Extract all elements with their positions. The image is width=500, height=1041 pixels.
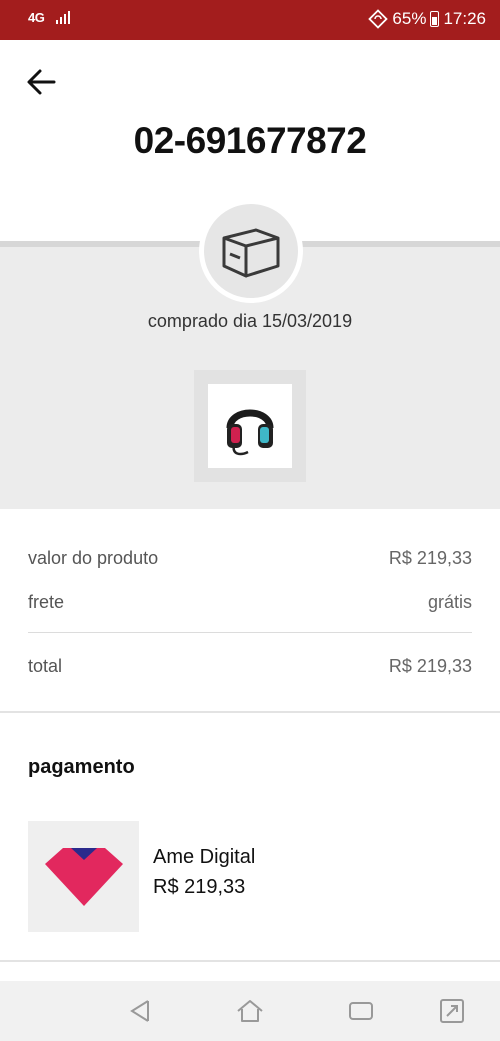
back-triangle-icon [130, 1000, 149, 1022]
back-button[interactable] [24, 64, 60, 100]
shipping-row: frete grátis [28, 592, 472, 613]
network-type: 4G [28, 9, 45, 25]
payment-method-logo [28, 821, 139, 932]
product-value: R$ 219,33 [388, 548, 472, 568]
nav-expand-button[interactable] [436, 995, 468, 1027]
section-divider [0, 711, 500, 713]
payment-method-name: Ame Digital [153, 846, 256, 868]
status-badge [199, 199, 303, 303]
total-row: total R$ 219,33 [28, 656, 472, 677]
signal-icon [56, 10, 71, 24]
headset-product-icon [226, 409, 274, 456]
home-icon [237, 1000, 263, 1022]
purchase-date: comprado dia 15/03/2019 [147, 311, 353, 331]
payment-divider [0, 960, 500, 962]
status-right: 65% 17:26 [368, 9, 486, 29]
summary-divider [28, 632, 472, 633]
recent-apps-icon [349, 1002, 373, 1020]
system-nav-bar [0, 981, 500, 1041]
battery-percent: 65% [392, 9, 427, 28]
arrow-left-icon [27, 69, 56, 95]
nav-recent-button[interactable] [345, 995, 377, 1027]
product-thumbnail[interactable] [194, 370, 306, 482]
status-left: 4G [28, 9, 71, 25]
clock: 17:26 [443, 9, 486, 28]
payment-amount: R$ 219,33 [153, 876, 246, 898]
product-value-label: valor do produto [28, 548, 159, 568]
sync-icon [368, 9, 389, 29]
expand-screen-icon [440, 999, 464, 1023]
shipping-value: grátis [427, 592, 472, 612]
payment-title: pagamento [28, 756, 135, 778]
product-value-row: valor do produto R$ 219,33 [28, 548, 472, 569]
battery-icon [430, 11, 440, 27]
package-box-icon [222, 228, 280, 278]
total-label: total [28, 656, 63, 676]
nav-home-button[interactable] [234, 995, 266, 1027]
ame-digital-logo [44, 847, 123, 906]
shipping-label: frete [28, 592, 65, 612]
total-value: R$ 219,33 [388, 656, 472, 676]
nav-back-button[interactable] [124, 995, 156, 1027]
product-image-container [208, 384, 292, 468]
status-bar: 4G 65% 17:26 [0, 0, 500, 40]
order-number: 02-691677872 [133, 120, 367, 161]
